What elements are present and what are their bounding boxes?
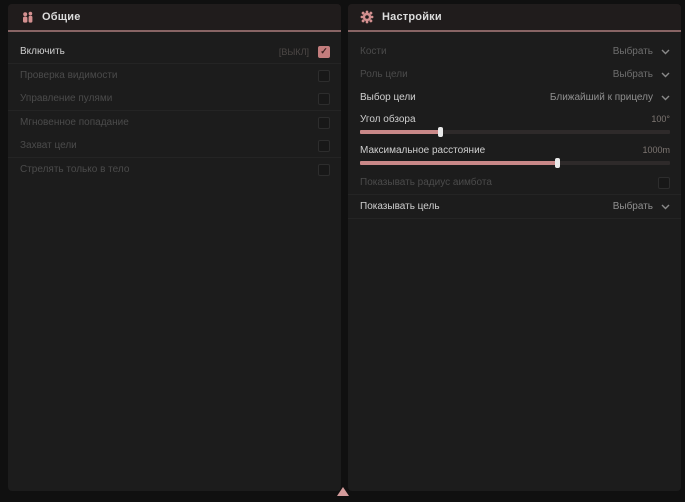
row-enable[interactable]: Включить [ВЫКЛ] ✓ [8, 40, 341, 64]
row-target-role: Роль цели Выбрать [348, 63, 681, 86]
panel-general: Общие Включить [ВЫКЛ] ✓ Проверка видимос… [8, 4, 341, 491]
fov-slider-block: Угол обзора 100° [348, 109, 681, 140]
checkbox[interactable]: ✓ [658, 177, 670, 189]
panel-title: Общие [42, 11, 81, 23]
row-label: Управление пулями [20, 93, 112, 104]
target-select-dropdown[interactable]: Ближайший к прицелу [550, 92, 670, 103]
cursor-triangle [337, 487, 349, 496]
row-instant-hit[interactable]: Мгновенное попадание ✓ [8, 111, 341, 134]
slider-thumb[interactable] [438, 127, 443, 137]
max-distance-slider-block: Максимальное расстояние 1000m [348, 140, 681, 171]
row-target-lock[interactable]: Захват цели ✓ [8, 134, 341, 158]
bones-dropdown[interactable]: Выбрать [613, 46, 670, 57]
show-target-dropdown[interactable]: Выбрать [613, 201, 670, 212]
checkbox[interactable]: ✓ [318, 164, 330, 176]
dropdown-value: Выбрать [613, 201, 653, 212]
state-text: [ВЫКЛ] [279, 47, 309, 57]
checkbox[interactable]: ✓ [318, 117, 330, 129]
checkbox[interactable]: ✓ [318, 70, 330, 82]
row-show-aimbot-radius[interactable]: Показывать радиус аимбота ✓ [348, 171, 681, 195]
row-target-select: Выбор цели Ближайший к прицелу [348, 86, 681, 109]
row-body-only[interactable]: Стрелять только в тело ✓ [8, 158, 341, 181]
checkbox[interactable]: ✓ [318, 93, 330, 105]
chevron-down-icon [661, 72, 670, 78]
target-role-dropdown[interactable]: Выбрать [613, 69, 670, 80]
panel-settings-header: Настройки [348, 4, 681, 32]
panel-general-header: Общие [8, 4, 341, 32]
row-show-target: Показывать цель Выбрать [348, 195, 681, 219]
slider-value: 100° [651, 114, 670, 124]
slider-value: 1000m [642, 145, 670, 155]
panel-title: Настройки [382, 11, 442, 23]
slider-thumb[interactable] [555, 158, 560, 168]
dropdown-value: Выбрать [613, 46, 653, 57]
fov-slider[interactable] [360, 130, 670, 134]
row-label: Захват цели [20, 140, 77, 151]
checkbox[interactable]: ✓ [318, 46, 330, 58]
row-label: Выбор цели [360, 92, 416, 103]
slider-label: Угол обзора [360, 114, 416, 125]
dropdown-value: Ближайший к прицелу [550, 92, 653, 103]
chevron-down-icon [661, 204, 670, 210]
checkbox[interactable]: ✓ [318, 140, 330, 152]
users-icon [20, 10, 34, 24]
row-bullet-control[interactable]: Управление пулями ✓ [8, 87, 341, 111]
row-visibility-check[interactable]: Проверка видимости ✓ [8, 64, 341, 87]
row-label: Показывать цель [360, 201, 440, 212]
chevron-down-icon [661, 49, 670, 55]
row-label: Включить [20, 46, 65, 57]
row-label: Роль цели [360, 69, 408, 80]
row-label: Стрелять только в тело [20, 164, 129, 175]
max-distance-slider[interactable] [360, 161, 670, 165]
gear-icon [360, 10, 374, 24]
row-label: Мгновенное попадание [20, 117, 129, 128]
dropdown-value: Выбрать [613, 69, 653, 80]
row-bones: Кости Выбрать [348, 40, 681, 63]
row-label: Кости [360, 46, 387, 57]
row-label: Показывать радиус аимбота [360, 177, 492, 188]
slider-label: Максимальное расстояние [360, 145, 485, 156]
chevron-down-icon [661, 95, 670, 101]
row-label: Проверка видимости [20, 70, 118, 81]
panel-settings: Настройки Кости Выбрать Роль цели Выбрат… [348, 4, 681, 491]
